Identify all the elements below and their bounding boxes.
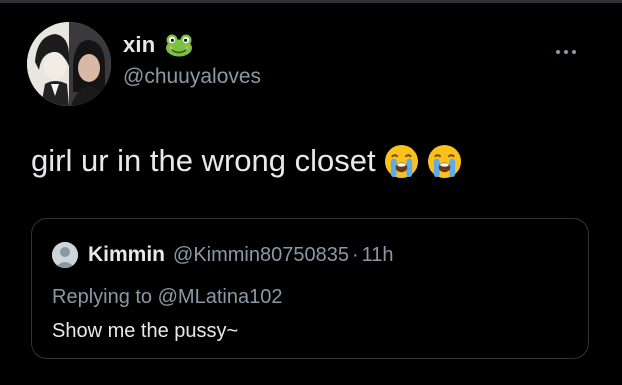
quoted-avatar[interactable] xyxy=(52,242,78,268)
tweet-header: xin @chuuyaloves xyxy=(27,22,597,106)
quoted-tweet-card[interactable]: Kimmin @Kimmin80750835 · 11h Replying to… xyxy=(31,218,589,359)
tweet-text: girl ur in the wrong closet xyxy=(31,143,462,179)
quoted-tweet-text: Show me the pussy~ xyxy=(52,320,239,342)
quoted-timestamp[interactable]: 11h xyxy=(362,244,394,267)
display-name[interactable]: xin xyxy=(123,32,155,58)
top-divider xyxy=(0,0,622,3)
more-horizontal-icon[interactable] xyxy=(555,48,577,56)
replying-mention-link[interactable]: @MLatina102 xyxy=(158,286,283,308)
loudly-crying-face-icon xyxy=(427,144,461,178)
quoted-display-name[interactable]: Kimmin xyxy=(88,243,165,267)
replying-prefix: Replying to xyxy=(52,286,153,308)
quoted-handle[interactable]: @Kimmin80750835 xyxy=(173,244,349,267)
author-names: xin @chuuyaloves xyxy=(123,30,261,89)
frog-icon xyxy=(166,34,193,57)
loudly-crying-face-icon xyxy=(384,144,418,178)
tweet-body: girl ur in the wrong closet xyxy=(31,143,376,178)
separator-dot: · xyxy=(351,243,359,266)
replying-to-line: Replying to @MLatina102 xyxy=(52,286,282,309)
author-handle[interactable]: @chuuyaloves xyxy=(123,65,261,89)
avatar[interactable] xyxy=(27,22,111,106)
quoted-tweet-header: Kimmin @Kimmin80750835 · 11h xyxy=(52,242,394,268)
